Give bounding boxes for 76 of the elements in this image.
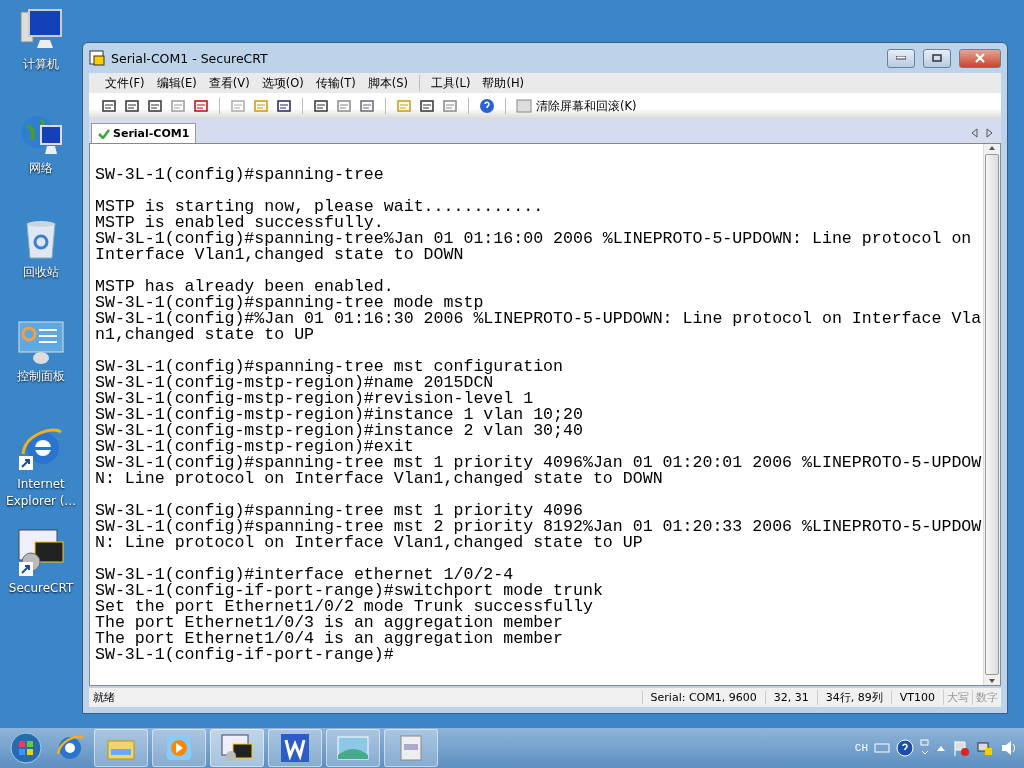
maximize-icon: [932, 54, 942, 62]
key-indicator: 数字: [972, 690, 1001, 705]
terminal-line: SW-3L-1(config-if-port-range)#: [95, 647, 394, 663]
desktop-icon-label[interactable]: 计算机: [23, 56, 59, 73]
terminal-line: SW-3L-1(config)#spanning-tree%Jan 01 01:16:00 2006 %LINEPROTO-5-UPDOWN: Line protocol on: [95, 231, 972, 247]
menu-item[interactable]: 选项(O): [255, 75, 310, 91]
minimize-icon: [896, 56, 906, 60]
scroll-left-icon[interactable]: [971, 128, 978, 138]
control-panel-icon: [17, 320, 65, 364]
taskbar-window-icon[interactable]: [384, 729, 438, 767]
window-title: Serial-COM1 - SecureCRT: [111, 50, 269, 66]
terminal-line: N: Line protocol on Interface Vlan1,changed state to UP: [95, 535, 643, 551]
windows-stack-icon[interactable]: [920, 739, 930, 757]
terminal-line: SW-3L-1(config-mstp-region)#instance 1 vlan 10;20: [95, 407, 583, 423]
terminal-line: Interface Vlan1,changed state to DOWN: [95, 247, 464, 263]
menu-item[interactable]: 帮助(H): [476, 75, 530, 91]
key-indicator: 大写: [943, 690, 972, 705]
desktop-icon-label[interactable]: SecureCRT: [8, 580, 74, 597]
status-message: 就绪: [92, 690, 116, 705]
network-icon[interactable]: [976, 739, 994, 757]
terminal-app-icon: [17, 528, 65, 576]
check-icon: [98, 128, 110, 139]
close-icon: [975, 53, 985, 63]
speaker-icon[interactable]: [1000, 739, 1018, 757]
scroll-down-icon[interactable]: [988, 677, 996, 685]
terminal-line: SW-3L-1(config)#spanning-tree mst configuration: [95, 359, 564, 375]
menu-item[interactable]: 查看(V): [202, 75, 256, 91]
clear-screen-button[interactable]: 清除屏幕和回滚(K): [514, 98, 639, 114]
menu-item[interactable]: 脚本(S): [361, 75, 414, 91]
taskbar-document-icon[interactable]: [268, 729, 322, 767]
status-field: Serial: COM1, 9600: [641, 691, 765, 704]
maximize-button[interactable]: [923, 48, 951, 68]
status-field: VT100: [890, 691, 943, 704]
scroll-right-icon[interactable]: [986, 128, 993, 138]
terminal-line: n1,changed state to UP: [95, 327, 315, 343]
terminal-line: MSTP is starting now, please wait............: [95, 199, 544, 215]
toolbar-button[interactable]: [477, 96, 497, 116]
menu-item[interactable]: 编辑(E): [150, 75, 203, 91]
close-button[interactable]: [959, 48, 1001, 68]
clear-screen-icon: [516, 98, 532, 114]
terminal-line: SW-3L-1(config-mstp-region)#instance 2 vlan 30;40: [95, 423, 583, 439]
desktop-icon-label[interactable]: 回收站: [23, 264, 59, 281]
terminal-line: N: Line protocol on Interface Vlan1,changed state to DOWN: [95, 471, 663, 487]
desktop-icon-label[interactable]: 控制面板: [17, 368, 65, 385]
terminal-line: SW-3L-1(config)#spanning-tree mst 1 priority 4096: [95, 503, 583, 519]
help-icon[interactable]: [896, 739, 914, 757]
help-icon: [479, 98, 495, 114]
terminal-line: The port Ethernet1/0/4 is an aggregation member: [95, 631, 564, 647]
terminal-line: SW-3L-1(config-mstp-region)#name 2015DCN: [95, 375, 494, 391]
terminal-line: The port Ethernet1/0/3 is an aggregation member: [95, 615, 564, 631]
taskbar-terminal-icon[interactable]: [210, 729, 264, 767]
desktop-icon-label[interactable]: Internet Explorer (...: [1, 476, 81, 510]
terminal-line: Set the port Ethernet1/0/2 mode Trunk successfully: [95, 599, 593, 615]
desktop-icon-label[interactable]: 网络: [29, 160, 53, 177]
terminal-line: SW-3L-1(config)#spanning-tree: [95, 167, 384, 183]
terminal-line: MSTP is enabled successfully.: [95, 215, 384, 231]
terminal-line: SW-3L-1(config-mstp-region)#revision-level 1: [95, 391, 534, 407]
terminal-line: SW-3L-1(config-if-port-range)#switchport mode trunk: [95, 583, 603, 599]
vertical-scrollbar[interactable]: [983, 144, 1000, 685]
minimize-button[interactable]: [887, 48, 915, 68]
terminal-line: MSTP has already been enabled.: [95, 279, 394, 295]
action-center-flag-icon[interactable]: [952, 739, 970, 757]
app-icon: [89, 50, 105, 66]
menu-item[interactable]: 文件(F): [99, 75, 151, 91]
terminal-line: SW-3L-1(config)#spanning-tree mode mstp: [95, 295, 484, 311]
terminal-line: SW-3L-1(config-mstp-region)#exit: [95, 439, 414, 455]
terminal-line: SW-3L-1(config)#%Jan 01 01:16:30 2006 %LINEPROTO-5-UPDOWN: Line protocol on Interface Vla: [95, 311, 982, 327]
status-field: 34行, 89列: [816, 690, 891, 705]
terminal-line: SW-3L-1(config)#interface ethernet 1/0/2-4: [95, 567, 514, 583]
status-field: 32, 31: [764, 691, 817, 704]
terminal-line: SW-3L-1(config)#spanning-tree mst 2 priority 8192%Jan 01 01:20:33 2006 %LINEPROTO-5-UPDOW: [95, 519, 982, 535]
terminal-line: SW-3L-1(config)#spanning-tree mst 1 priority 4096%Jan 01 01:20:01 2006 %LINEPROTO-5-UPDOW: [95, 455, 982, 471]
session-tab[interactable]: Serial-COM1: [91, 123, 197, 143]
menu-item[interactable]: 工具(L): [425, 75, 477, 91]
show-hidden-icons-icon[interactable]: [936, 744, 946, 752]
menu-item[interactable]: 传输(T): [309, 75, 362, 91]
